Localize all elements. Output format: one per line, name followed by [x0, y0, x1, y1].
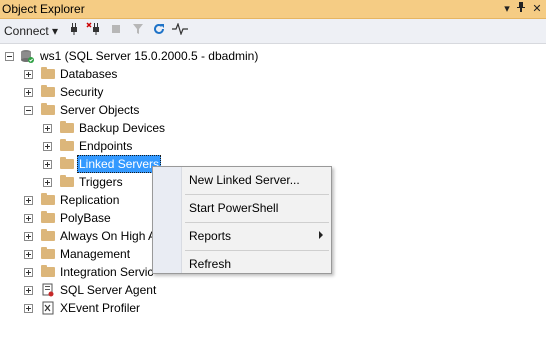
submenu-arrow-icon: [319, 231, 323, 239]
menu-item-label: Reports: [189, 229, 232, 243]
folder-icon: [60, 121, 74, 133]
disconnect-icon[interactable]: [86, 22, 102, 40]
toolbar: Connect ▾: [0, 19, 546, 44]
folder-icon: [41, 85, 55, 97]
xevent-icon: [41, 301, 55, 315]
context-menu: New Linked Server... Start PowerShell Re…: [152, 166, 332, 274]
tree-node-label: SQL Server Agent: [60, 283, 157, 297]
pin-icon[interactable]: [514, 1, 528, 17]
server-node-label: ws1 (SQL Server 15.0.2000.5 - dbadmin): [40, 49, 259, 63]
tree-node-sql-agent[interactable]: SQL Server Agent: [0, 281, 200, 299]
tree-node-root[interactable]: ws1 (SQL Server 15.0.2000.5 - dbadmin): [0, 47, 300, 65]
stop-icon[interactable]: [108, 22, 124, 40]
tree-node-databases[interactable]: Databases: [0, 65, 200, 83]
panel-title: Object Explorer: [2, 2, 85, 16]
expand-icon[interactable]: [43, 160, 52, 169]
tree-node-label: Backup Devices: [79, 121, 166, 135]
filter-icon[interactable]: [130, 22, 146, 40]
expand-icon[interactable]: [24, 286, 33, 295]
folder-icon: [60, 139, 74, 151]
tree-node-label: XEvent Profiler: [60, 301, 141, 315]
menu-item-reports[interactable]: Reports: [153, 225, 331, 247]
tree-node-label: PolyBase: [60, 211, 111, 225]
tree-node-backup-devices[interactable]: Backup Devices: [0, 119, 200, 137]
tree-node-label: Replication: [60, 193, 120, 207]
folder-icon: [41, 229, 55, 241]
expand-icon[interactable]: [24, 232, 33, 241]
folder-icon: [41, 265, 55, 277]
folder-icon: [60, 157, 74, 169]
close-icon[interactable]: ✕: [530, 1, 544, 17]
expand-icon[interactable]: [43, 142, 52, 151]
tree-node-label: Security: [60, 85, 104, 99]
expand-icon[interactable]: [24, 304, 33, 313]
refresh-icon[interactable]: [151, 22, 167, 40]
folder-icon: [41, 211, 55, 223]
expand-icon[interactable]: [24, 88, 33, 97]
menu-item-refresh[interactable]: Refresh: [153, 253, 331, 275]
window-position-icon[interactable]: ▾: [500, 1, 514, 17]
menu-item-label: Refresh: [189, 257, 232, 271]
tree-node-label: Triggers: [79, 175, 123, 189]
folder-icon: [41, 193, 55, 205]
tree-node-xevent-profiler[interactable]: XEvent Profiler: [0, 299, 200, 317]
activity-monitor-icon[interactable]: [172, 22, 188, 40]
expand-icon[interactable]: [43, 124, 52, 133]
connect-button[interactable]: Connect ▾: [4, 22, 58, 40]
folder-icon: [60, 175, 74, 187]
folder-icon: [41, 247, 55, 259]
menu-item-label: Start PowerShell: [189, 201, 279, 215]
expand-icon[interactable]: [24, 268, 33, 277]
menu-separator: [185, 222, 329, 223]
tree-node-endpoints[interactable]: Endpoints: [0, 137, 200, 155]
tree-node-security[interactable]: Security: [0, 83, 200, 101]
collapse-icon[interactable]: [24, 106, 33, 115]
expand-icon[interactable]: [24, 70, 33, 79]
tree-node-server-objects[interactable]: Server Objects: [0, 101, 200, 119]
folder-icon: [41, 103, 55, 115]
menu-separator: [185, 194, 329, 195]
menu-item-label: New Linked Server...: [189, 173, 300, 187]
menu-separator: [185, 250, 329, 251]
title-bar: Object Explorer ▾ ✕: [0, 0, 546, 19]
agent-icon: [41, 283, 55, 297]
folder-icon: [41, 67, 55, 79]
expand-icon[interactable]: [43, 178, 52, 187]
tree-node-label: Server Objects: [60, 103, 140, 117]
menu-item-new-linked-server[interactable]: New Linked Server...: [153, 169, 331, 191]
tree-node-label: Management: [60, 247, 131, 261]
tree-node-label: Endpoints: [79, 139, 133, 153]
tree-node-label: Always On High A: [60, 229, 157, 243]
server-icon: [20, 49, 34, 63]
expand-icon[interactable]: [24, 214, 33, 223]
expand-icon[interactable]: [24, 250, 33, 259]
tree-node-label: Databases: [60, 67, 118, 81]
connect-icon[interactable]: [66, 22, 82, 40]
menu-item-start-powershell[interactable]: Start PowerShell: [153, 197, 331, 219]
tree-node-label: Integration Servic: [60, 265, 154, 279]
tree-node-label-selected: Linked Servers: [77, 155, 162, 173]
collapse-icon[interactable]: [5, 52, 14, 61]
expand-icon[interactable]: [24, 196, 33, 205]
